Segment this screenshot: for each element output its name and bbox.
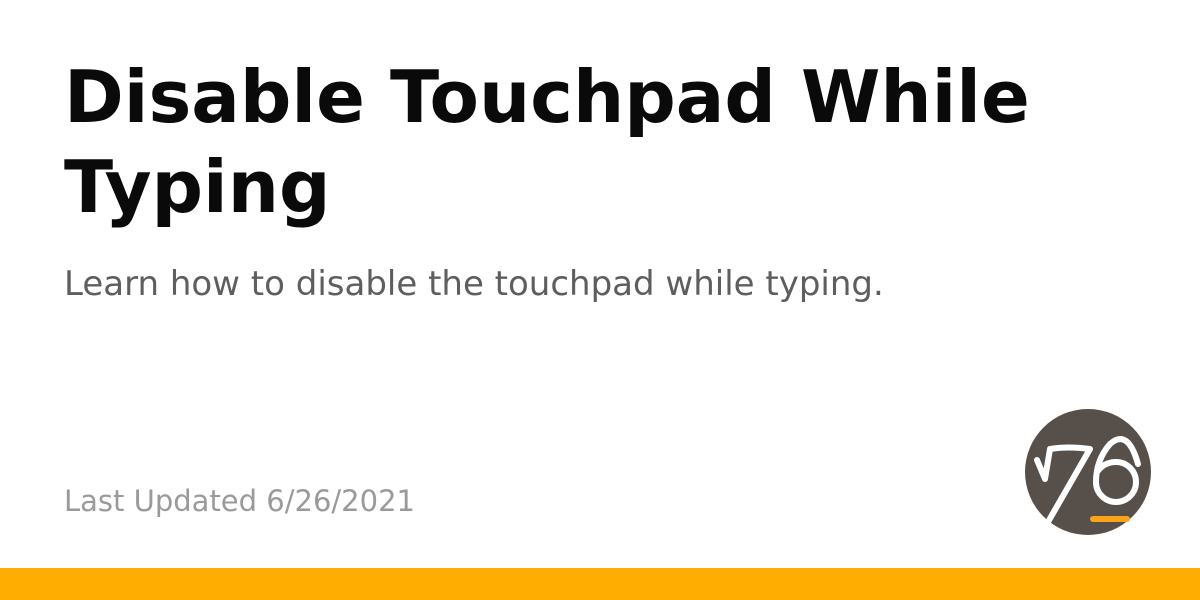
system76-logo-icon [1025, 409, 1151, 535]
page-title: Disable Touchpad While Typing [64, 55, 1030, 229]
last-updated-text: Last Updated 6/26/2021 [64, 484, 415, 518]
footer-accent-bar [0, 568, 1200, 600]
og-card: Disable Touchpad While Typing Learn how … [0, 0, 1200, 600]
page-description: Learn how to disable the touchpad while … [64, 264, 884, 304]
